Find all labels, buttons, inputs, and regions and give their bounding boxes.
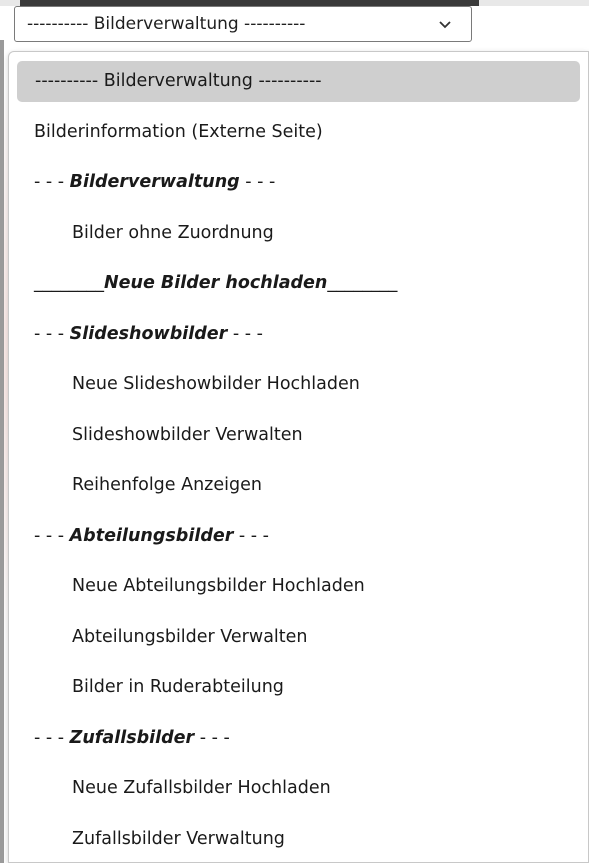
optgroup-neue-bilder-hochladen: ________Neue Bilder hochladen________ <box>9 258 588 309</box>
chevron-down-icon <box>439 21 451 29</box>
option-reihenfolge-anzeigen[interactable]: Reihenfolge Anzeigen <box>9 460 588 511</box>
option-label: Bilderinformation (Externe Seite) <box>34 121 323 142</box>
group-prefix: ________ <box>34 273 104 293</box>
option-label: Zufallsbilder Verwaltung <box>72 828 285 849</box>
option-bilder-in-ruderabteilung[interactable]: Bilder in Ruderabteilung <box>9 662 588 713</box>
group-label: Slideshowbilder <box>69 323 228 344</box>
group-label: Bilderverwaltung <box>69 172 240 192</box>
optgroup-abteilungsbilder: - - - Abteilungsbilder - - - <box>9 511 588 562</box>
optgroup-bilderverwaltung: - - - Bilderverwaltung - - - <box>9 157 588 208</box>
group-label: Abteilungsbilder <box>69 525 234 546</box>
optgroup-zufallsbilder: - - - Zufallsbilder - - - <box>9 713 588 764</box>
group-suffix: - - - <box>194 727 230 748</box>
option-neue-abteilungsbilder-hochladen[interactable]: Neue Abteilungsbilder Hochladen <box>9 561 588 612</box>
left-edge-bar <box>0 40 4 863</box>
group-prefix: - - - <box>34 727 70 748</box>
option-label: Slideshowbilder Verwalten <box>72 424 303 445</box>
select-value: ---------- Bilderverwaltung ---------- <box>27 14 306 34</box>
option-label: Bilder ohne Zuordnung <box>72 222 274 243</box>
option-label: Neue Slideshowbilder Hochladen <box>72 374 360 394</box>
top-strip-right <box>479 0 589 6</box>
option-label: Bilder in Ruderabteilung <box>72 677 284 697</box>
group-label: Zufallsbilder <box>69 727 195 748</box>
option-neue-slideshowbilder-hochladen[interactable]: Neue Slideshowbilder Hochladen <box>9 359 588 410</box>
optgroup-slideshowbilder: - - - Slideshowbilder - - - <box>9 309 588 360</box>
option-neue-zufallsbilder-hochladen[interactable]: Neue Zufallsbilder Hochladen <box>9 763 588 814</box>
dropdown-list: ---------- Bilderverwaltung ---------- B… <box>8 51 589 863</box>
option-label: ---------- Bilderverwaltung ---------- <box>35 71 322 91</box>
group-suffix: - - - <box>227 323 263 344</box>
group-suffix: - - - <box>233 525 269 546</box>
option-label: Abteilungsbilder Verwalten <box>72 626 308 647</box>
option-slideshowbilder-verwalten[interactable]: Slideshowbilder Verwalten <box>9 410 588 461</box>
option-label: Neue Zufallsbilder Hochladen <box>72 778 331 798</box>
option-zufallsbilder-verwaltung[interactable]: Zufallsbilder Verwaltung <box>9 814 588 863</box>
group-label: Neue Bilder hochladen <box>104 273 328 293</box>
group-prefix: - - - <box>34 323 70 344</box>
option-bilder-ohne-zuordnung[interactable]: Bilder ohne Zuordnung <box>9 208 588 259</box>
option-abteilungsbilder-verwalten[interactable]: Abteilungsbilder Verwalten <box>9 612 588 663</box>
group-suffix: - - - <box>239 172 276 192</box>
option-bilderinformation[interactable]: Bilderinformation (Externe Seite) <box>9 107 588 158</box>
option-label: Reihenfolge Anzeigen <box>72 475 262 495</box>
group-prefix: - - - <box>34 172 70 192</box>
option-selected[interactable]: ---------- Bilderverwaltung ---------- <box>17 61 580 102</box>
image-admin-select[interactable]: ---------- Bilderverwaltung ---------- <box>14 6 472 42</box>
group-suffix: ________ <box>327 273 398 293</box>
group-prefix: - - - <box>34 525 70 546</box>
option-label: Neue Abteilungsbilder Hochladen <box>72 576 365 596</box>
